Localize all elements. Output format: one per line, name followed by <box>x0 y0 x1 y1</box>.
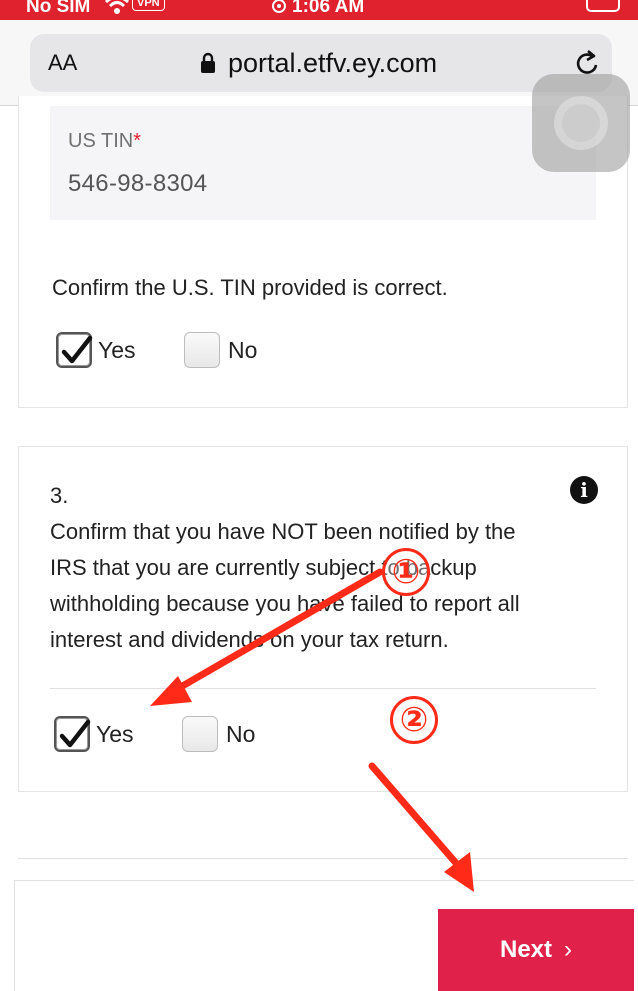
time-label: 1:06 AM <box>292 0 365 17</box>
step1-badge: ① <box>382 548 430 596</box>
question3-number: 3. <box>50 483 69 508</box>
carrier-label: No SIM <box>26 0 91 17</box>
status-bar: No SIM VPN 1:06 AM <box>0 0 638 20</box>
q3-yes-label[interactable]: Yes <box>96 721 134 748</box>
q2-no-checkbox[interactable] <box>184 332 220 368</box>
tin-label-text: US TIN <box>68 130 134 152</box>
wifi-icon <box>104 0 130 21</box>
next-label: Next <box>499 936 553 963</box>
battery-icon <box>586 0 620 12</box>
q2-yes-checkbox[interactable] <box>56 332 93 368</box>
tin-value: 546-98-8304 <box>68 170 208 197</box>
step2-badge: ② <box>390 696 438 744</box>
assistive-touch-button[interactable] <box>532 74 630 172</box>
left-edge <box>14 880 15 991</box>
q2-yes-label[interactable]: Yes <box>98 337 136 364</box>
clock: 1:06 AM <box>272 0 364 18</box>
question3-divider <box>50 688 596 689</box>
required-marker: * <box>133 130 141 152</box>
question3-line: withholding because you have failed to r… <box>50 591 520 616</box>
question3-line: Confirm that you have NOT been notified … <box>50 519 516 544</box>
q3-yes-checkbox[interactable] <box>54 716 91 752</box>
footer-divider <box>14 880 634 881</box>
q2-no-label[interactable]: No <box>228 337 257 364</box>
q3-no-checkbox[interactable] <box>182 716 218 752</box>
question3-line: interest and dividends on your tax retur… <box>50 627 449 652</box>
chevron-right-icon: › <box>564 936 573 963</box>
next-button[interactable]: Next › <box>438 909 634 991</box>
tin-label: US TIN* <box>68 130 141 153</box>
vpn-badge: VPN <box>132 0 165 11</box>
lock-icon <box>200 52 216 74</box>
tin-field: US TIN* 546-98-8304 <box>50 106 596 220</box>
location-icon <box>272 0 286 13</box>
address-bar[interactable]: AA portal.etfv.ey.com <box>30 34 612 92</box>
section-divider <box>18 858 628 859</box>
q3-no-label[interactable]: No <box>226 721 255 748</box>
text-size-button[interactable]: AA <box>48 50 77 76</box>
url-text[interactable]: portal.etfv.ey.com <box>228 48 437 79</box>
question2-prompt: Confirm the U.S. TIN provided is correct… <box>52 275 448 300</box>
info-icon[interactable]: i <box>570 476 598 504</box>
